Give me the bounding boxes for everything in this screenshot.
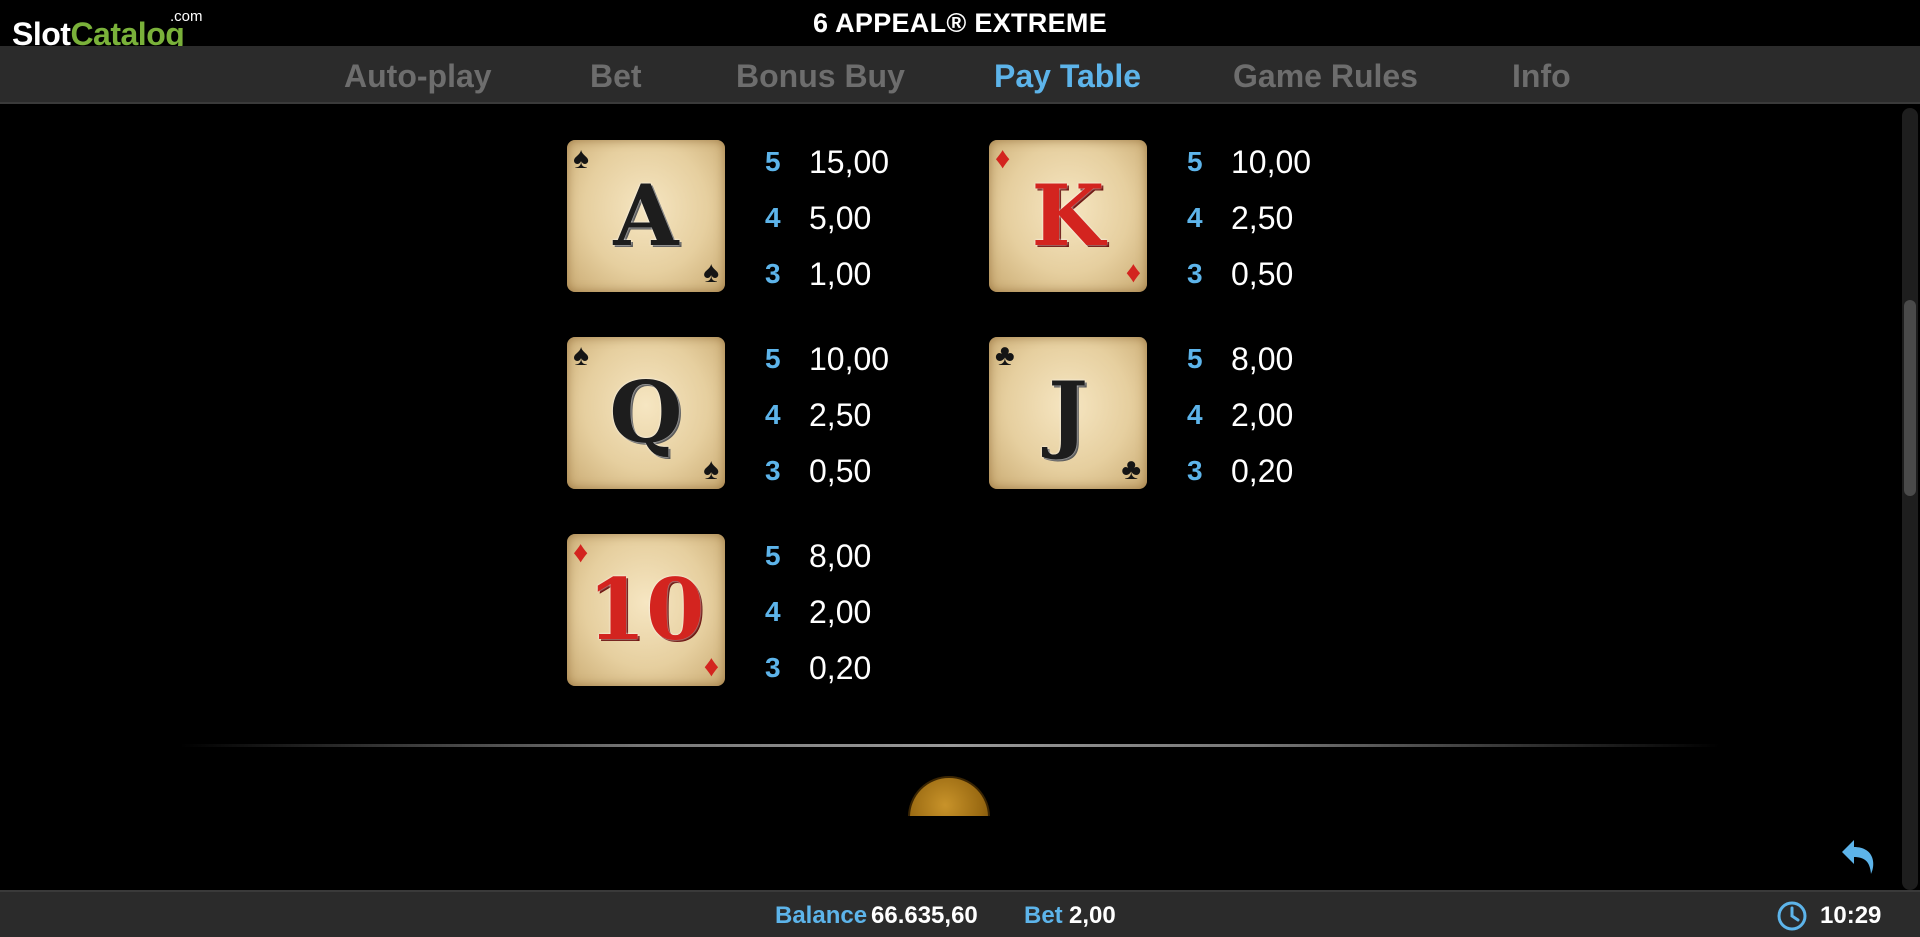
bet-value: 2,00 [1069, 902, 1116, 929]
balance-label: Balance [775, 902, 868, 929]
payout-amount: 5,00 [809, 200, 872, 236]
match-count: 3 [765, 652, 781, 683]
help-nav-tabs: Auto-play Bet Bonus Buy Pay Table Game R… [0, 46, 1920, 104]
payout-row: 5 8,00 [765, 534, 965, 574]
match-count: 4 [765, 202, 781, 233]
payout-row: 4 2,00 [1187, 393, 1387, 433]
game-help-screen: .com SlotCatalog 6 APPEAL® EXTREME Auto-… [0, 0, 1920, 937]
payout-row: 3 0,50 [1187, 252, 1387, 292]
card-rank: 10 [587, 560, 705, 659]
payout-row: 3 1,00 [765, 252, 965, 292]
ten-of-diamonds-card-icon: ♦ 10 ♦ [567, 534, 725, 686]
match-count: 5 [765, 540, 781, 571]
payout-row: 3 0,20 [1187, 449, 1387, 489]
payout-amount: 10,00 [1231, 144, 1312, 180]
queen-of-spades-card-icon: ♠ Q ♠ [567, 337, 725, 489]
pay-table-content: ♠ A ♠ 5 15,00 4 5,00 3 1,00 ♦ K ♦ 5 10,00 42… [0, 106, 1900, 890]
payout-row: 5 15,00 [765, 140, 965, 180]
clock-time: 10:29 [1820, 902, 1882, 929]
match-count: 5 [765, 343, 781, 374]
king-of-diamonds-card-icon: ♦ K ♦ [989, 140, 1147, 292]
match-count: 5 [1187, 343, 1203, 374]
payout-row: 4 2,00 [765, 590, 965, 630]
payout-amount: 15,00 [809, 144, 890, 180]
tab-game-rules[interactable]: Game Rules [1233, 58, 1418, 95]
payout-amount: 0,50 [1231, 256, 1294, 292]
payout-row: 5 10,00 [765, 337, 965, 377]
game-title: 6 APPEAL® EXTREME [812, 7, 1108, 38]
bet-label: Bet [1024, 902, 1063, 929]
vertical-scrollbar[interactable] [1902, 108, 1918, 890]
diamond-suit-icon: ♦ [703, 650, 719, 683]
payout-row: 3 0,20 [765, 646, 965, 686]
payout-amount: 2,50 [1231, 200, 1294, 236]
payout-amount: 8,00 [809, 538, 872, 574]
spade-suit-icon: ♠ [703, 453, 719, 486]
back-button[interactable] [1840, 836, 1880, 880]
payout-row: 4 2,50 [1187, 196, 1387, 236]
match-count: 4 [765, 596, 781, 627]
match-count: 4 [1187, 202, 1203, 233]
match-count: 3 [1187, 455, 1203, 486]
payout-amount: 0,20 [809, 650, 872, 686]
payout-amount: 2,50 [809, 397, 872, 433]
match-count: 4 [1187, 399, 1203, 430]
payout-row: 4 5,00 [765, 196, 965, 236]
undo-arrow-icon [1842, 840, 1874, 874]
card-rank: Q [609, 363, 683, 462]
scrollbar-thumb[interactable] [1904, 300, 1916, 496]
club-suit-icon: ♣ [1121, 453, 1141, 486]
section-divider [180, 744, 1720, 747]
payout-row: 3 0,50 [765, 449, 965, 489]
title-bar: .com SlotCatalog 6 APPEAL® EXTREME [0, 0, 1920, 52]
payout-amount: 0,20 [1231, 453, 1294, 489]
card-rank: J [1048, 363, 1088, 462]
status-bar: Balance 66.635,60 Bet 2,00 10:29 [0, 890, 1920, 937]
payout-amount: 1,00 [809, 256, 872, 292]
match-count: 5 [1187, 146, 1203, 177]
match-count: 3 [765, 455, 781, 486]
payout-amount: 8,00 [1231, 341, 1294, 377]
balance-value: 66.635,60 [871, 902, 978, 929]
game-emblem-icon [906, 772, 992, 816]
match-count: 3 [765, 258, 781, 289]
tab-bet[interactable]: Bet [590, 58, 642, 95]
ace-of-spades-card-icon: ♠ A ♠ [567, 140, 725, 292]
spade-suit-icon: ♠ [703, 256, 719, 289]
match-count: 3 [1187, 258, 1203, 289]
payout-row: 4 2,50 [765, 393, 965, 433]
match-count: 4 [765, 399, 781, 430]
card-rank: K [1031, 166, 1105, 265]
payout-row: 5 10,00 [1187, 140, 1387, 180]
payout-amount: 2,00 [809, 594, 872, 630]
match-count: 5 [765, 146, 781, 177]
card-rank: A [613, 166, 679, 265]
diamond-suit-icon: ♦ [1125, 256, 1141, 289]
tab-info[interactable]: Info [1512, 58, 1571, 95]
clock-icon [1777, 901, 1807, 931]
tab-bonus-buy[interactable]: Bonus Buy [736, 58, 905, 95]
jack-of-clubs-card-icon: ♣ J ♣ [989, 337, 1147, 489]
payout-row: 5 8,00 [1187, 337, 1387, 377]
payout-amount: 10,00 [809, 341, 890, 377]
tab-pay-table[interactable]: Pay Table [994, 58, 1141, 95]
tab-auto-play[interactable]: Auto-play [344, 58, 492, 95]
payout-amount: 2,00 [1231, 397, 1294, 433]
payout-amount: 0,50 [809, 453, 872, 489]
